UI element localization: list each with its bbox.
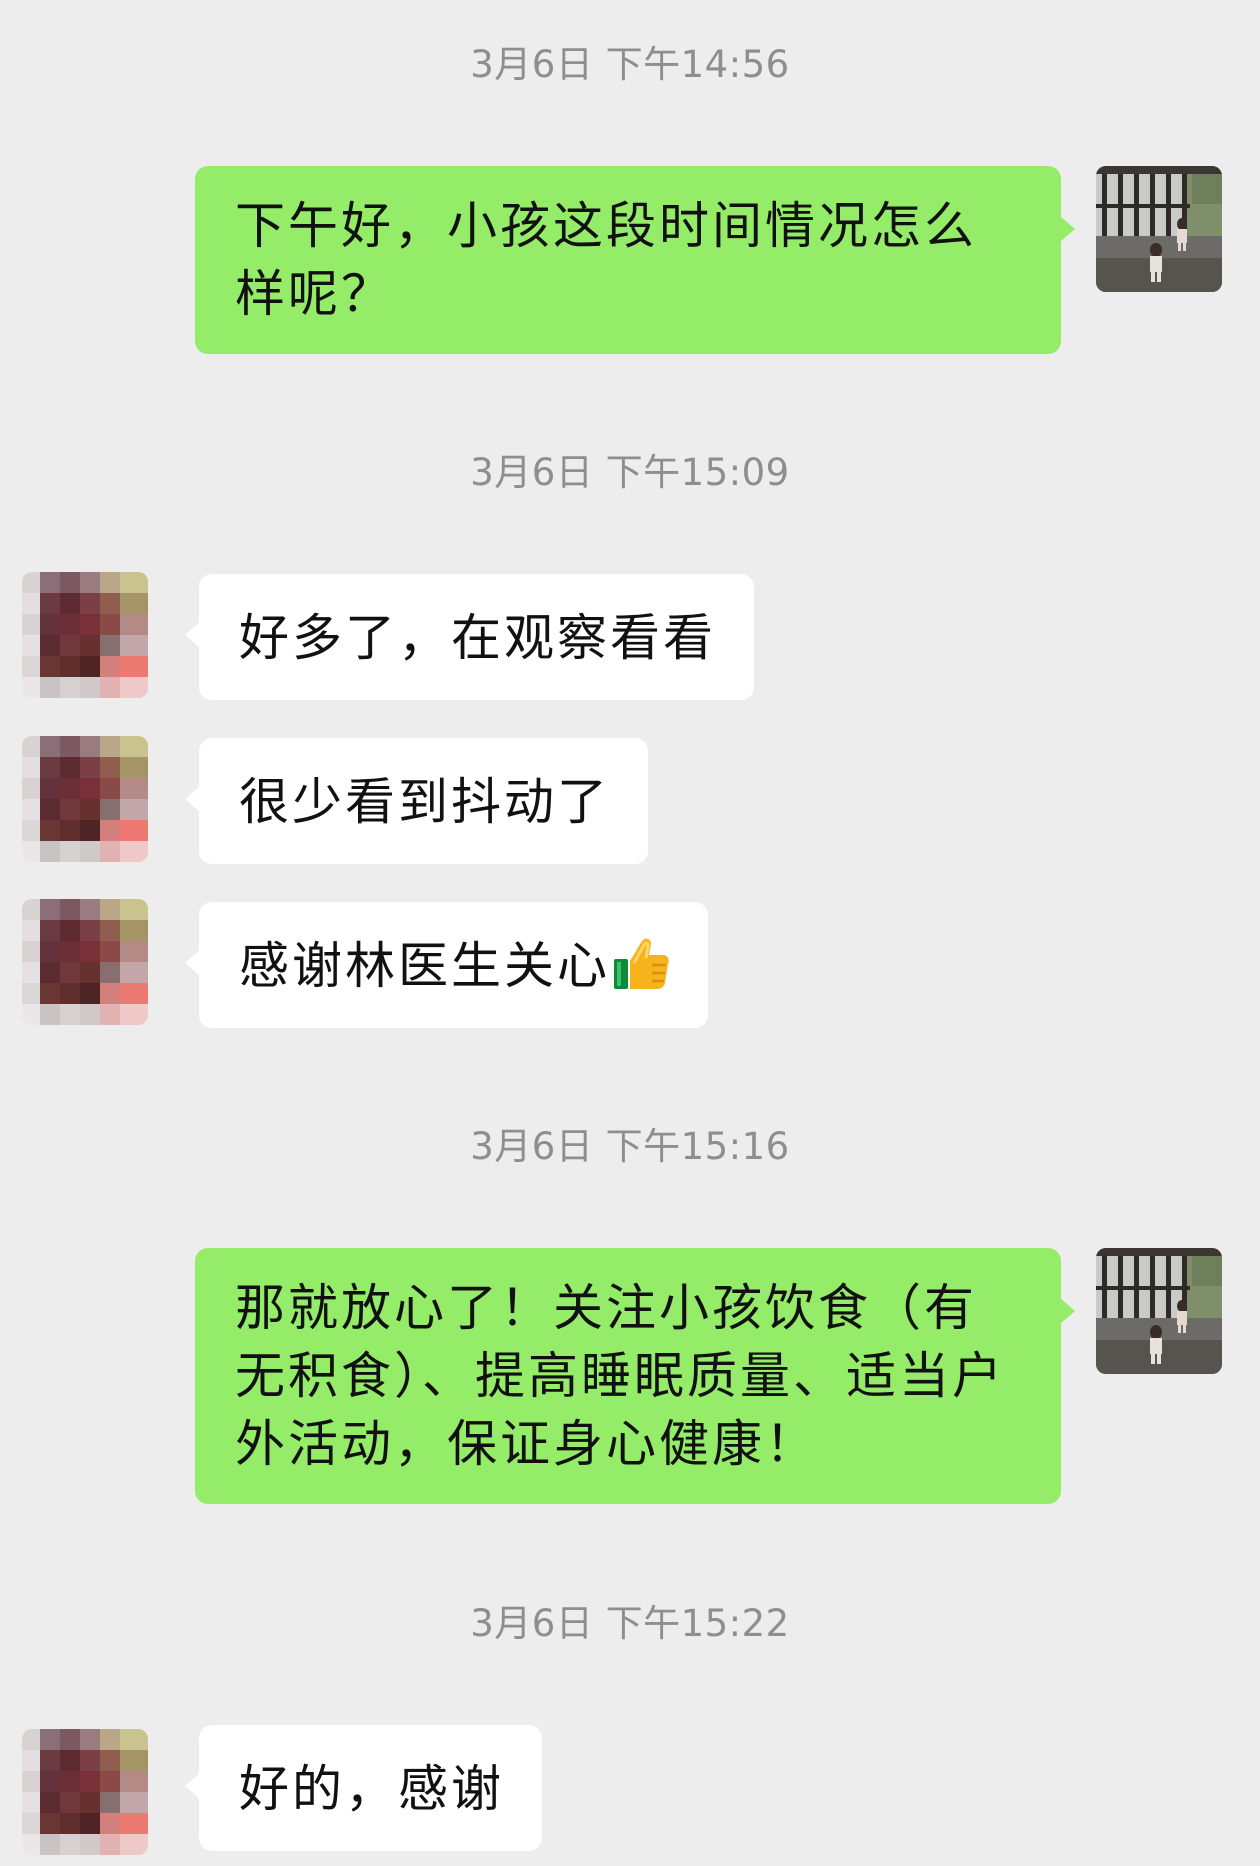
timestamp: 3月6日 下午15:09 xyxy=(470,451,790,494)
message-text: 感谢林医生关心 xyxy=(239,937,610,995)
contact-avatar[interactable] xyxy=(22,736,148,862)
thumbs-up-icon xyxy=(612,935,670,1008)
message-text: 那就放心了！关注小孩饮食（有无积食）、提高睡眠质量、适当户外活动，保证身心健康！ xyxy=(235,1279,1005,1473)
contact-avatar[interactable] xyxy=(22,899,148,1025)
my-avatar[interactable] xyxy=(1096,1248,1222,1374)
message-text: 下午好，小孩这段时间情况怎么样呢？ xyxy=(235,197,977,323)
message-bubble-outgoing[interactable]: 下午好，小孩这段时间情况怎么样呢？ xyxy=(195,166,1075,354)
timestamp: 3月6日 下午15:22 xyxy=(470,1602,790,1645)
message-text: 很少看到抖动了 xyxy=(239,773,610,831)
message-text: 好的，感谢 xyxy=(239,1760,504,1818)
message-bubble-outgoing[interactable]: 那就放心了！关注小孩饮食（有无积食）、提高睡眠质量、适当户外活动，保证身心健康！ xyxy=(195,1248,1075,1504)
message-bubble-incoming[interactable]: 好的，感谢 xyxy=(185,1725,542,1851)
timestamp: 3月6日 下午14:56 xyxy=(470,43,790,86)
my-avatar[interactable] xyxy=(1096,166,1222,292)
message-bubble-incoming[interactable]: 好多了，在观察看看 xyxy=(185,574,754,700)
message-bubble-incoming[interactable]: 感谢林医生关心 xyxy=(185,902,708,1028)
message-bubble-incoming[interactable]: 很少看到抖动了 xyxy=(185,738,648,864)
message-text: 好多了，在观察看看 xyxy=(239,609,716,667)
contact-avatar[interactable] xyxy=(22,572,148,698)
timestamp: 3月6日 下午15:16 xyxy=(470,1125,790,1168)
contact-avatar[interactable] xyxy=(22,1729,148,1855)
